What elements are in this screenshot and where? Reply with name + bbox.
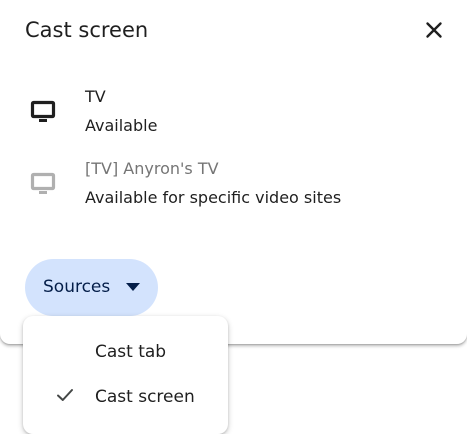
menu-item-label: Cast tab (95, 342, 167, 362)
menu-item-cast-tab[interactable]: Cast tab (23, 330, 228, 374)
checkmark-icon (56, 387, 74, 403)
sink-name: TV (85, 87, 106, 106)
dropdown-caret-icon (125, 281, 141, 293)
sources-menu: Cast tab Cast screen (23, 316, 228, 434)
sink-item-anyrons-tv[interactable]: [TV] Anyron's TV Available for specific … (0, 159, 467, 219)
sink-status: Available for specific video sites (85, 188, 342, 207)
sources-button[interactable]: Sources (25, 259, 158, 316)
close-button[interactable] (420, 16, 448, 44)
dialog-title: Cast screen (25, 18, 149, 42)
sink-status: Available (85, 116, 158, 135)
sink-name: [TV] Anyron's TV (85, 159, 219, 178)
sink-item-tv[interactable]: TV Available (0, 87, 467, 147)
menu-item-cast-screen[interactable]: Cast screen (23, 375, 228, 419)
menu-item-label: Cast screen (95, 387, 195, 407)
tv-icon (30, 100, 56, 124)
close-icon (426, 22, 442, 38)
cast-dialog: Cast screen TV Available [TV] Anyron's T… (0, 0, 467, 344)
sources-label: Sources (43, 277, 111, 297)
tv-icon (30, 172, 56, 196)
